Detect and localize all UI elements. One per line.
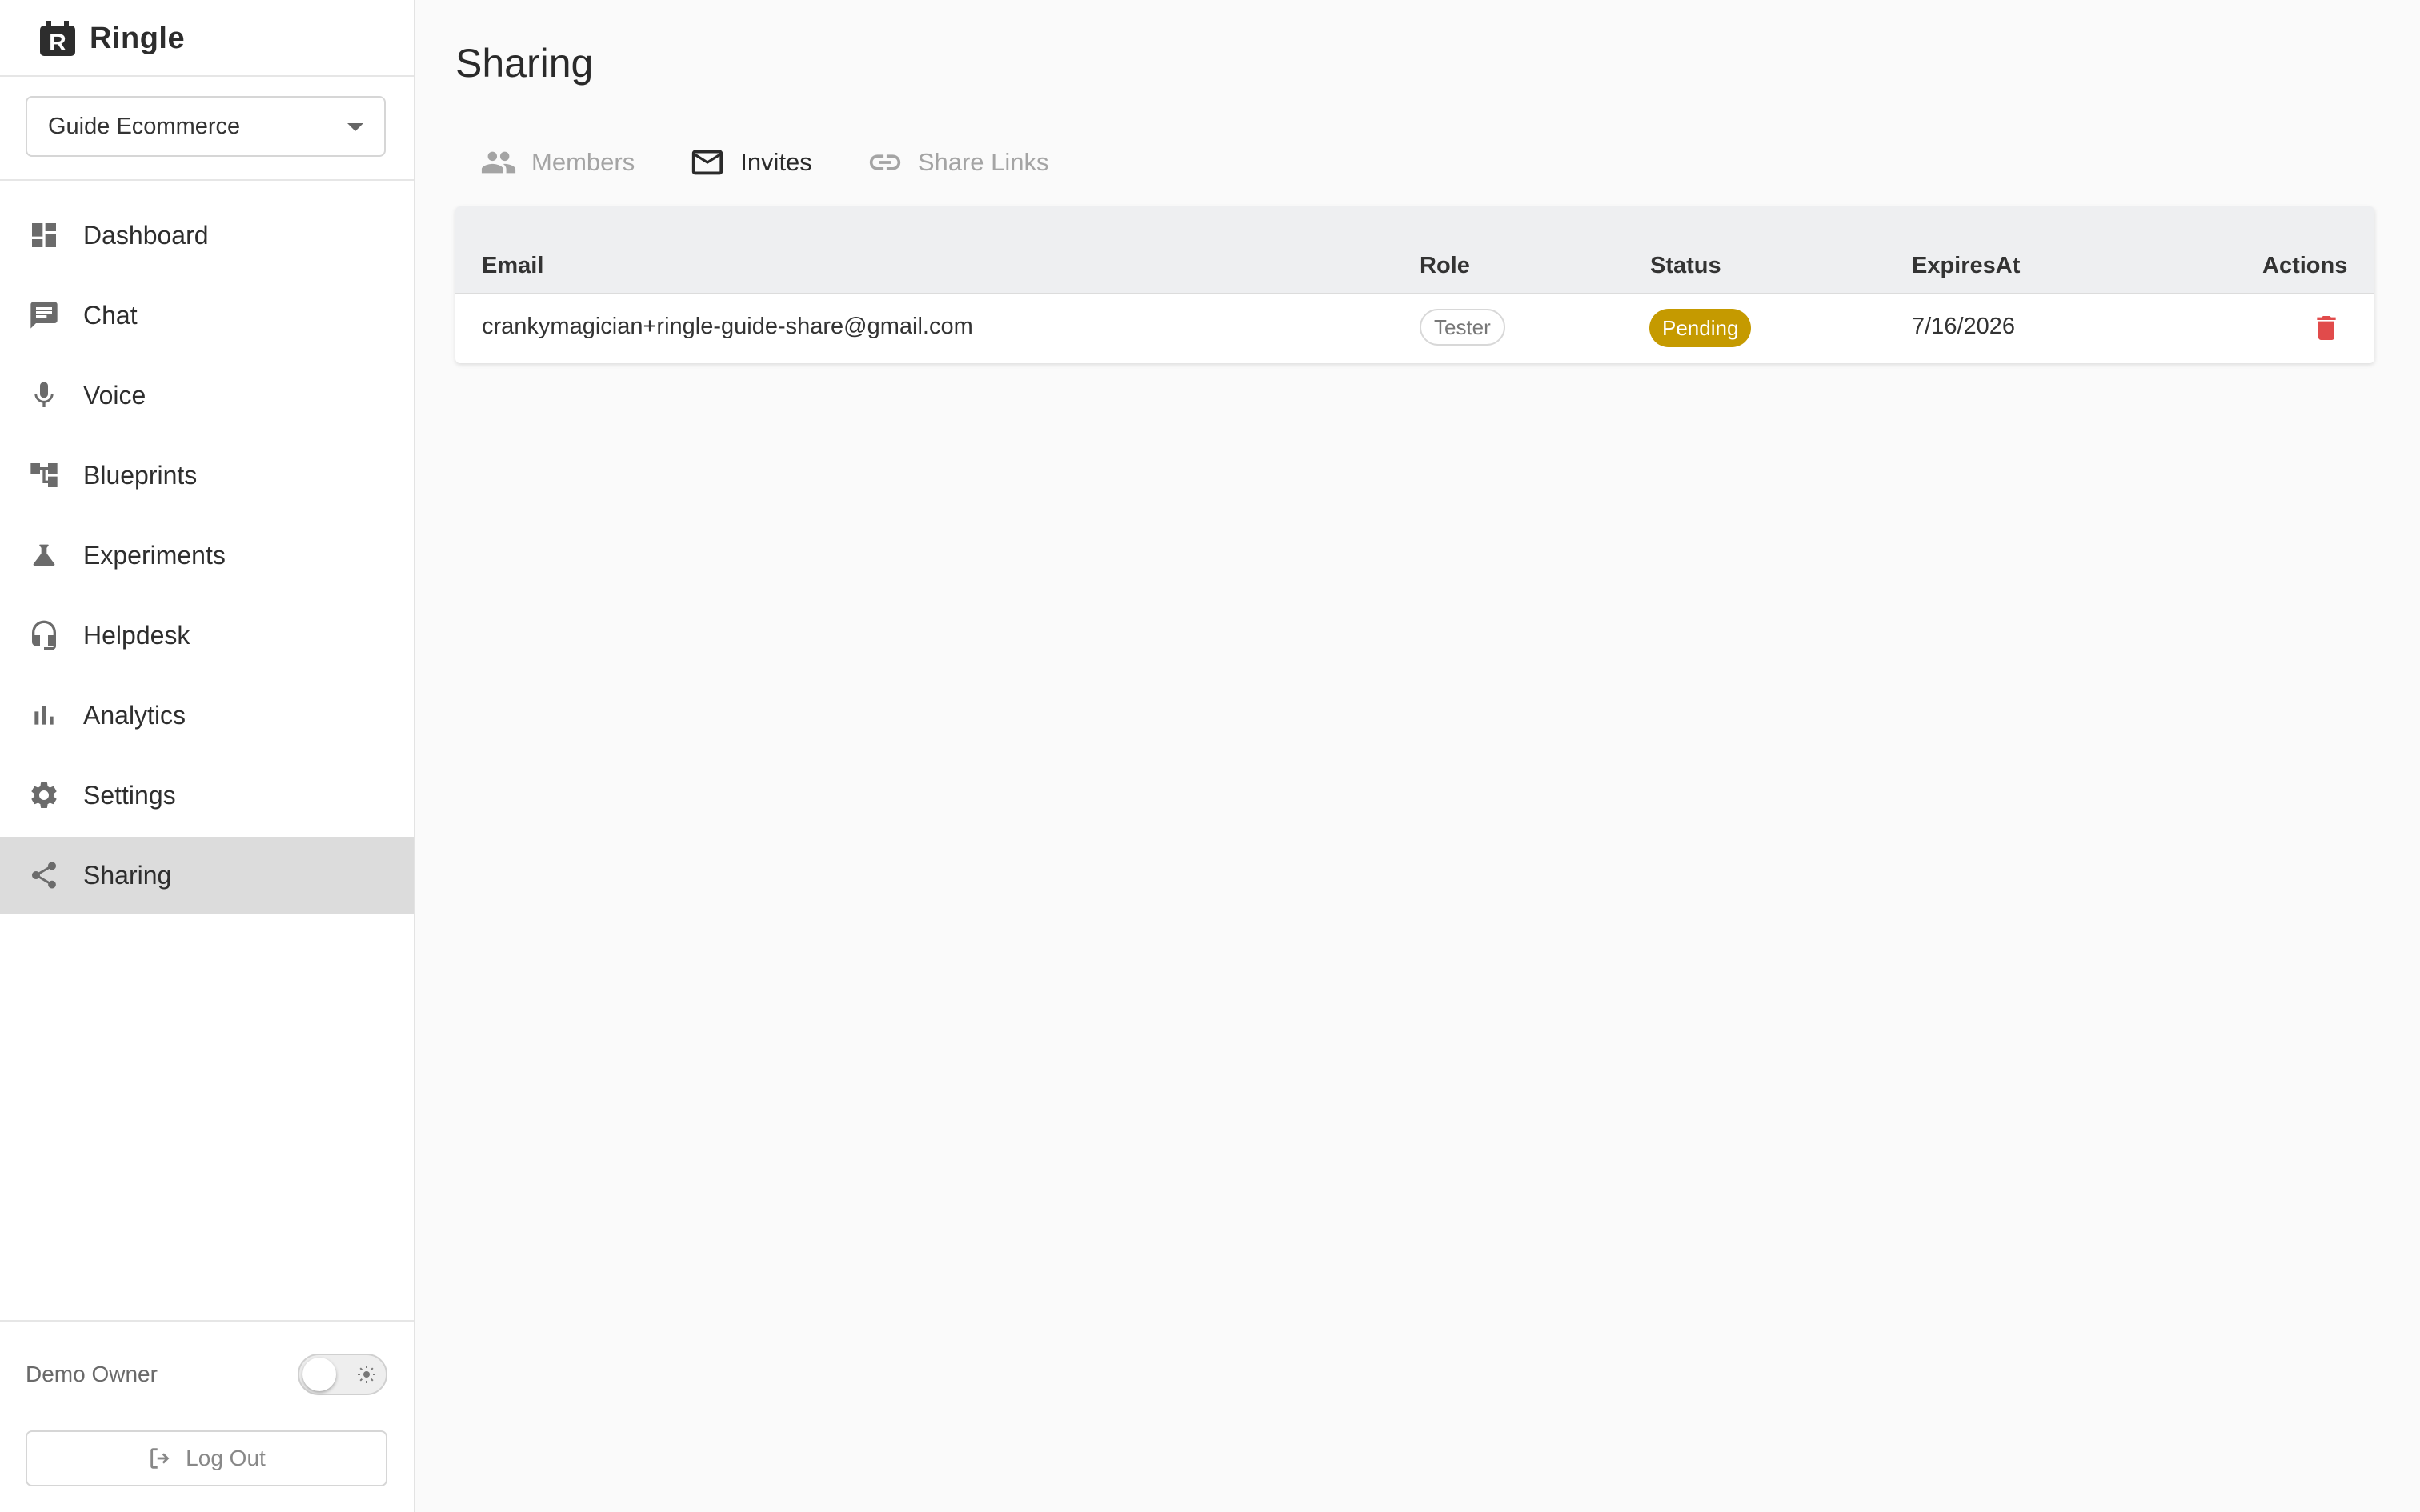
workspace-select[interactable]: Guide Ecommerce — [26, 96, 386, 157]
headset-icon — [27, 618, 61, 652]
blueprints-icon — [27, 458, 61, 492]
chat-icon — [27, 298, 61, 332]
column-header-role[interactable]: Role — [1420, 253, 1470, 279]
trash-icon — [2317, 316, 2336, 340]
share-icon — [27, 858, 61, 892]
status-badge: Pending — [1649, 309, 1752, 347]
sidebar-item-label: Analytics — [83, 700, 186, 730]
sidebar-item-label: Helpdesk — [83, 620, 190, 650]
tab-members[interactable]: Members — [480, 144, 635, 181]
sidebar-item-voice[interactable]: Voice — [0, 357, 414, 434]
column-header-actions: Actions — [2262, 253, 2348, 278]
tab-bar: Members Invites Share Links — [480, 136, 1104, 189]
ringle-logo-icon: R — [40, 21, 75, 56]
divider — [0, 75, 414, 77]
theme-toggle[interactable] — [298, 1354, 387, 1395]
tab-invites[interactable]: Invites — [689, 144, 812, 181]
sidebar-item-label: Sharing — [83, 860, 172, 890]
mail-icon — [692, 150, 723, 175]
flask-icon — [27, 538, 61, 572]
tab-label: Share Links — [917, 148, 1049, 176]
sidebar-item-settings[interactable]: Settings — [0, 757, 414, 834]
logout-button[interactable]: Log Out — [26, 1430, 387, 1486]
brand[interactable]: R Ringle — [38, 16, 185, 61]
people-icon — [481, 151, 516, 174]
sidebar-item-experiments[interactable]: Experiments — [0, 517, 414, 594]
sidebar-item-label: Blueprints — [83, 460, 198, 490]
sidebar-item-label: Voice — [83, 380, 146, 410]
divider — [0, 1320, 414, 1322]
user-row: Demo Owner — [26, 1352, 387, 1397]
bar-chart-icon — [27, 698, 61, 732]
sidebar-item-label: Dashboard — [83, 220, 209, 250]
column-header-email[interactable]: Email — [482, 253, 543, 279]
workspace-select-value: Guide Ecommerce — [48, 113, 241, 139]
sidebar: R Ringle Guide Ecommerce Dashboard Chat … — [0, 0, 415, 1512]
svg-text:R: R — [49, 30, 66, 56]
sidebar-item-helpdesk[interactable]: Helpdesk — [0, 597, 414, 674]
column-header-status[interactable]: Status — [1650, 253, 1721, 279]
divider — [0, 179, 414, 181]
sidebar-item-analytics[interactable]: Analytics — [0, 677, 414, 754]
invite-email: crankymagician+ringle-guide-share@gmail.… — [482, 314, 973, 339]
sidebar-item-chat[interactable]: Chat — [0, 277, 414, 354]
sidebar-item-label: Experiments — [83, 540, 226, 570]
sidebar-item-dashboard[interactable]: Dashboard — [0, 197, 414, 274]
user-name: Demo Owner — [26, 1362, 158, 1386]
tab-label: Invites — [740, 148, 812, 176]
tab-share-links[interactable]: Share Links — [867, 144, 1049, 181]
logout-label: Log Out — [186, 1446, 266, 1470]
sidebar-item-blueprints[interactable]: Blueprints — [0, 437, 414, 514]
sidebar-item-label: Settings — [83, 780, 176, 810]
chevron-down-icon — [347, 123, 363, 131]
toggle-knob — [302, 1358, 336, 1391]
invites-table: Email Role Status ExpiresAt Actions cran… — [455, 206, 2374, 363]
sidebar-item-sharing[interactable]: Sharing — [0, 837, 414, 914]
sun-icon — [358, 1366, 375, 1383]
page-title: Sharing — [455, 41, 594, 86]
invite-expires-at: 7/16/2026 — [1912, 314, 2016, 339]
table-row: crankymagician+ringle-guide-share@gmail.… — [455, 294, 2374, 363]
link-icon — [869, 154, 900, 170]
delete-invite-button[interactable] — [2310, 312, 2342, 344]
app-name: Ringle — [90, 21, 186, 55]
logout-icon — [150, 1448, 170, 1469]
role-chip: Tester — [1420, 309, 1505, 346]
column-header-expires-at[interactable]: ExpiresAt — [1912, 253, 2020, 279]
sidebar-nav: Dashboard Chat Voice Blueprints Experime… — [0, 197, 414, 917]
table-header: Email Role Status ExpiresAt Actions — [455, 206, 2374, 294]
sidebar-item-label: Chat — [83, 300, 138, 330]
tab-label: Members — [531, 148, 635, 176]
microphone-icon — [27, 378, 61, 412]
gear-icon — [27, 778, 61, 812]
dashboard-icon — [27, 218, 61, 252]
